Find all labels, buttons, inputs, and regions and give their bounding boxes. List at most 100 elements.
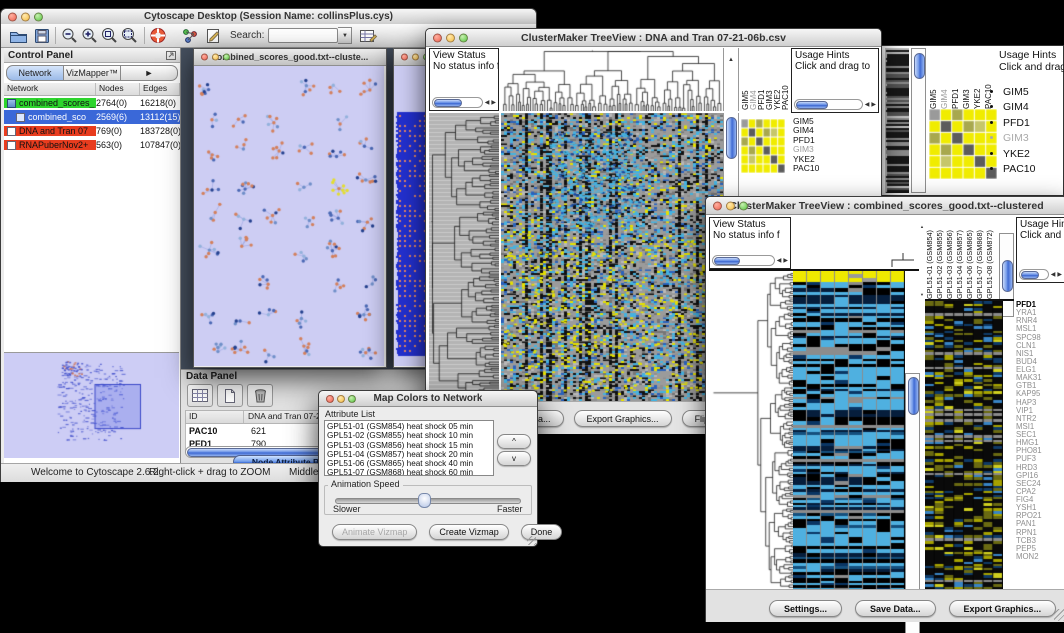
column-label[interactable]: GIM5 <box>929 48 940 109</box>
attribute-item[interactable]: GPL51-03 (GSM856) heat shock 15 min <box>327 441 481 450</box>
control-panel-tabs[interactable]: NetworkVizMapper™► <box>4 63 180 83</box>
network-row[interactable]: combined_scores_ 2764(0) 16218(0) <box>4 96 180 110</box>
attribute-item[interactable]: GPL51-04 (GSM857) heat shock 20 min <box>327 450 481 459</box>
delete-attribute-icon[interactable] <box>247 384 273 407</box>
search-dropdown-button[interactable] <box>338 27 352 44</box>
treeview-button[interactable]: Settings... <box>769 600 842 617</box>
column-label[interactable]: GPL51-08 (GSM872) <box>985 215 995 299</box>
column-label[interactable]: GIM5 <box>741 48 749 110</box>
scroll-left-icon[interactable] <box>777 258 782 264</box>
scroll-right-icon[interactable] <box>871 102 876 108</box>
close-icon[interactable] <box>401 54 408 61</box>
expression-heatmap[interactable] <box>793 271 905 589</box>
zoom-window-icon[interactable] <box>34 12 43 21</box>
column-label[interactable]: GPL51-02 (GSM855) <box>935 215 945 299</box>
expression-heatmap[interactable] <box>501 113 723 401</box>
network-overview-panel[interactable] <box>4 352 179 459</box>
annotation-icon[interactable] <box>205 28 222 44</box>
column-dendrogram-header[interactable] <box>793 217 919 269</box>
column-label[interactable]: PFD1 <box>757 48 765 110</box>
minimize-icon[interactable] <box>337 395 345 403</box>
gene-label[interactable]: PAC10 <box>1003 162 1036 177</box>
scrollbar-thumb[interactable] <box>434 99 462 107</box>
close-icon[interactable] <box>433 33 442 42</box>
hscrollbar[interactable] <box>1019 269 1049 280</box>
treeview-button[interactable]: Export Graphics... <box>949 600 1057 617</box>
minimize-icon[interactable] <box>212 54 219 61</box>
similarity-matrix[interactable] <box>929 109 997 179</box>
column-label[interactable]: YKE2 <box>973 48 984 109</box>
resize-grip[interactable] <box>527 536 536 545</box>
minimize-icon[interactable] <box>21 12 30 21</box>
column-label[interactable]: GPL51-03 (GSM856) <box>945 215 955 299</box>
attribute-listbox[interactable]: GPL51-01 (GSM854) heat shock 05 minGPL51… <box>324 420 494 476</box>
control-panel-tab[interactable]: Network <box>6 65 64 81</box>
zoom-selected-icon[interactable] <box>100 27 120 44</box>
treeview-combined-buttons[interactable]: Settings... Save Data... Export Graphics..… <box>769 600 1056 617</box>
scrollbar-thumb[interactable] <box>908 377 919 415</box>
speed-slider-thumb[interactable] <box>418 493 431 508</box>
network-row[interactable]: combined_sco 2569(6) 13112(15) <box>4 110 180 124</box>
minimize-icon[interactable] <box>446 33 455 42</box>
close-icon[interactable] <box>8 12 17 21</box>
scroll-right-icon[interactable] <box>491 100 496 106</box>
control-panel-tab[interactable]: VizMapper™ <box>64 65 121 81</box>
open-session-icon[interactable] <box>9 28 28 44</box>
treeview-button[interactable]: Save Data... <box>855 600 936 617</box>
column-label[interactable]: PFD1 <box>951 48 962 109</box>
resize-grip[interactable] <box>1054 609 1064 621</box>
gene-label[interactable]: GIM5 <box>1003 85 1036 100</box>
control-panel-tab[interactable]: ► <box>121 65 178 81</box>
column-dendrogram[interactable] <box>501 48 723 111</box>
window-controls[interactable] <box>8 12 43 21</box>
scroll-down-icon[interactable] <box>920 293 924 297</box>
column-label[interactable]: YKE2 <box>773 48 781 110</box>
scrollbar-thumb[interactable] <box>1021 271 1039 279</box>
new-attribute-icon[interactable] <box>217 384 243 407</box>
attribute-item[interactable]: GPL51-02 (GSM855) heat shock 10 min <box>327 431 481 440</box>
scroll-strip[interactable] <box>723 48 739 111</box>
help-icon[interactable] <box>149 27 167 44</box>
gene-label[interactable]: GIM4 <box>1003 100 1036 115</box>
zoom-window-icon[interactable] <box>739 201 748 210</box>
minimize-icon[interactable] <box>726 201 735 210</box>
move-up-button[interactable]: ^ <box>497 434 531 449</box>
gene-label[interactable]: PAC10 <box>793 164 819 173</box>
scrollbar-thumb[interactable] <box>914 53 925 79</box>
search-input[interactable] <box>268 28 338 43</box>
hscrollbar[interactable] <box>432 97 483 108</box>
dialog-button[interactable]: Create Vizmap <box>429 524 508 540</box>
zoom-fit-icon[interactable] <box>120 27 140 44</box>
main-titlebar[interactable]: Cytoscape Desktop (Session Name: collins… <box>1 9 536 25</box>
column-label[interactable]: GIM3 <box>765 48 773 110</box>
gene-label[interactable]: PFD1 <box>1003 116 1036 131</box>
attribute-item[interactable]: GPL51-06 (GSM865) heat shock 40 min <box>327 459 481 468</box>
close-icon[interactable] <box>713 201 722 210</box>
dialog-button[interactable]: Animate Vizmap <box>332 524 417 540</box>
scroll-left-icon[interactable] <box>485 100 490 106</box>
column-label[interactable]: GPL51-01 (GSM854) <box>925 215 935 299</box>
float-panel-icon[interactable] <box>166 51 176 60</box>
minimize-icon[interactable] <box>412 54 419 61</box>
zoom-in-icon[interactable] <box>80 27 100 44</box>
scroll-left-icon[interactable] <box>865 102 870 108</box>
network-import-icon[interactable] <box>181 28 199 44</box>
column-label[interactable]: GIM4 <box>940 48 951 109</box>
zoom-heatmap[interactable] <box>925 301 1003 589</box>
network-overview-canvas[interactable] <box>4 353 179 458</box>
attribute-items[interactable]: GPL51-01 (GSM854) heat shock 05 minGPL51… <box>325 421 483 476</box>
network-row[interactable]: RNAPuberNov2+ 563(0) 107847(0) <box>4 138 180 152</box>
close-icon[interactable] <box>201 54 208 61</box>
scrollbar-thumb[interactable] <box>726 117 737 159</box>
scroll-up-icon[interactable] <box>920 225 924 229</box>
zoom-window-icon[interactable] <box>223 54 230 61</box>
attribute-item[interactable]: GPL51-01 (GSM854) heat shock 05 min <box>327 422 481 431</box>
hscrollbar[interactable] <box>712 255 775 266</box>
scrollbar-thumb[interactable] <box>796 101 828 109</box>
column-label[interactable]: GPL51-04 (GSM857) <box>955 215 965 299</box>
dialog-titlebar[interactable]: Map Colors to Network <box>319 391 537 407</box>
column-label[interactable]: PAC10 <box>781 48 789 110</box>
scroll-left-icon[interactable] <box>1051 272 1056 278</box>
save-session-icon[interactable] <box>33 28 51 44</box>
column-label[interactable]: GIM3 <box>962 48 973 109</box>
